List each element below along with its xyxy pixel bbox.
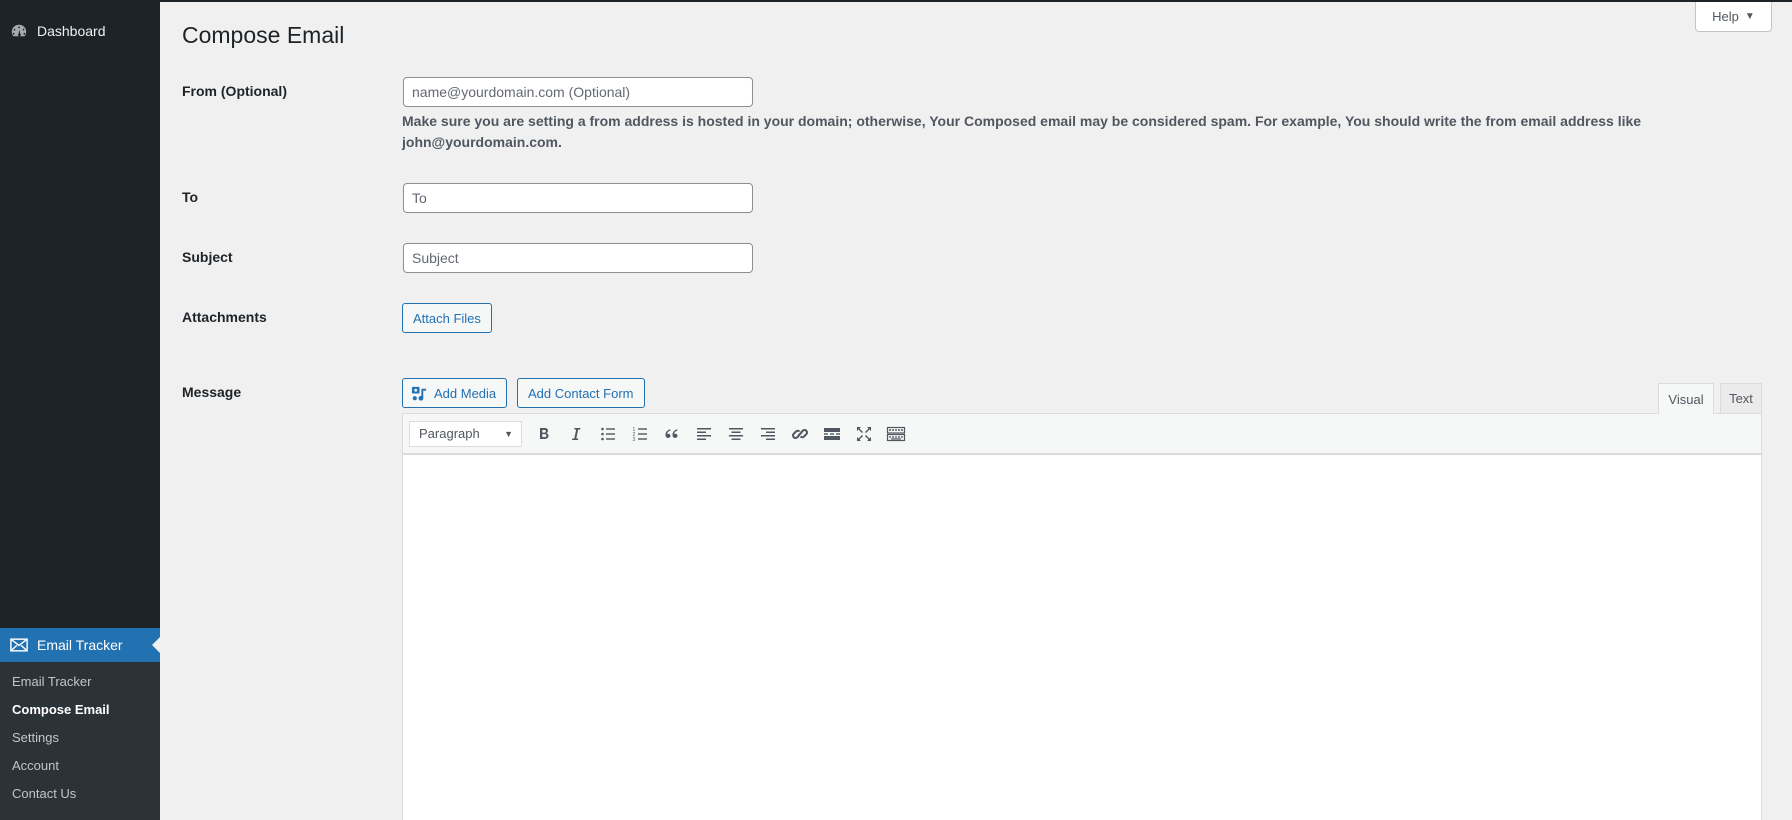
numbered-list-icon: 123 <box>633 427 647 443</box>
format-select-value: Paragraph <box>419 426 480 441</box>
sidebar-item-label: Email Tracker <box>37 637 123 653</box>
page-title: Compose Email <box>182 22 345 48</box>
help-label: Help <box>1712 9 1739 24</box>
align-center-button[interactable] <box>720 419 752 449</box>
sidebar-item-label: Dashboard <box>37 23 106 39</box>
help-button[interactable]: Help ▼ <box>1695 2 1772 32</box>
current-menu-arrow <box>152 637 160 653</box>
format-select[interactable]: Paragraph ▼ <box>409 420 522 447</box>
sidebar-item-email-tracker[interactable]: Email Tracker <box>0 628 160 662</box>
numbered-list-button[interactable]: 123 <box>624 419 656 449</box>
admin-sidebar: Dashboard Email Tracker Email Tracker Co… <box>0 0 160 820</box>
bulleted-list-icon <box>601 427 615 440</box>
message-editor[interactable] <box>402 455 1762 820</box>
add-contact-form-button[interactable]: Add Contact Form <box>517 378 645 408</box>
submenu-item-contact-us[interactable]: Contact Us <box>0 780 160 808</box>
email-icon <box>10 638 28 652</box>
from-label: From (Optional) <box>182 83 287 99</box>
italic-icon <box>572 427 581 440</box>
link-icon <box>792 428 808 439</box>
toolbar-toggle-button[interactable] <box>880 419 912 449</box>
align-left-button[interactable] <box>688 419 720 449</box>
from-input[interactable] <box>403 77 753 107</box>
keyboard-icon <box>886 426 906 441</box>
editor-toolbar: Paragraph ▼ 123 <box>402 413 1762 455</box>
fullscreen-icon <box>857 426 871 441</box>
submenu-item-compose-email[interactable]: Compose Email <box>0 696 160 724</box>
align-center-icon <box>729 427 743 440</box>
attach-files-button[interactable]: Attach Files <box>402 303 492 333</box>
italic-button[interactable] <box>560 419 592 449</box>
align-right-icon <box>761 427 775 440</box>
read-more-button[interactable] <box>816 419 848 449</box>
message-label: Message <box>182 384 242 400</box>
tab-visual[interactable]: Visual <box>1658 383 1714 414</box>
attachments-label: Attachments <box>182 309 267 325</box>
align-right-button[interactable] <box>752 419 784 449</box>
subject-input[interactable] <box>403 243 753 273</box>
subject-label: Subject <box>182 249 233 265</box>
add-media-icon <box>411 385 428 402</box>
submenu-item-settings[interactable]: Settings <box>0 724 160 752</box>
bold-button[interactable] <box>528 419 560 449</box>
insert-link-button[interactable] <box>784 419 816 449</box>
sidebar-submenu: Email Tracker Compose Email Settings Acc… <box>0 662 160 820</box>
svg-text:3: 3 <box>633 437 636 443</box>
dashboard-icon <box>10 22 28 40</box>
submenu-item-account[interactable]: Account <box>0 752 160 780</box>
to-label: To <box>182 189 199 205</box>
submenu-item-email-tracker[interactable]: Email Tracker <box>0 668 160 696</box>
sidebar-item-dashboard[interactable]: Dashboard <box>0 16 160 46</box>
align-left-icon <box>697 427 711 440</box>
fullscreen-button[interactable] <box>848 419 880 449</box>
from-description: Make sure you are setting a from address… <box>402 113 1642 150</box>
add-media-label: Add Media <box>434 385 497 401</box>
blockquote-button[interactable] <box>656 419 688 449</box>
add-media-button[interactable]: Add Media <box>402 378 508 408</box>
chevron-down-icon: ▼ <box>504 428 513 439</box>
to-input[interactable] <box>403 183 753 213</box>
tab-text[interactable]: Text <box>1720 383 1762 413</box>
bold-icon <box>540 427 549 439</box>
bulleted-list-button[interactable] <box>592 419 624 449</box>
triangle-down-icon: ▼ <box>1744 11 1755 22</box>
admin-bar-edge <box>160 0 1792 2</box>
blockquote-icon <box>665 428 678 438</box>
read-more-icon <box>824 427 840 440</box>
